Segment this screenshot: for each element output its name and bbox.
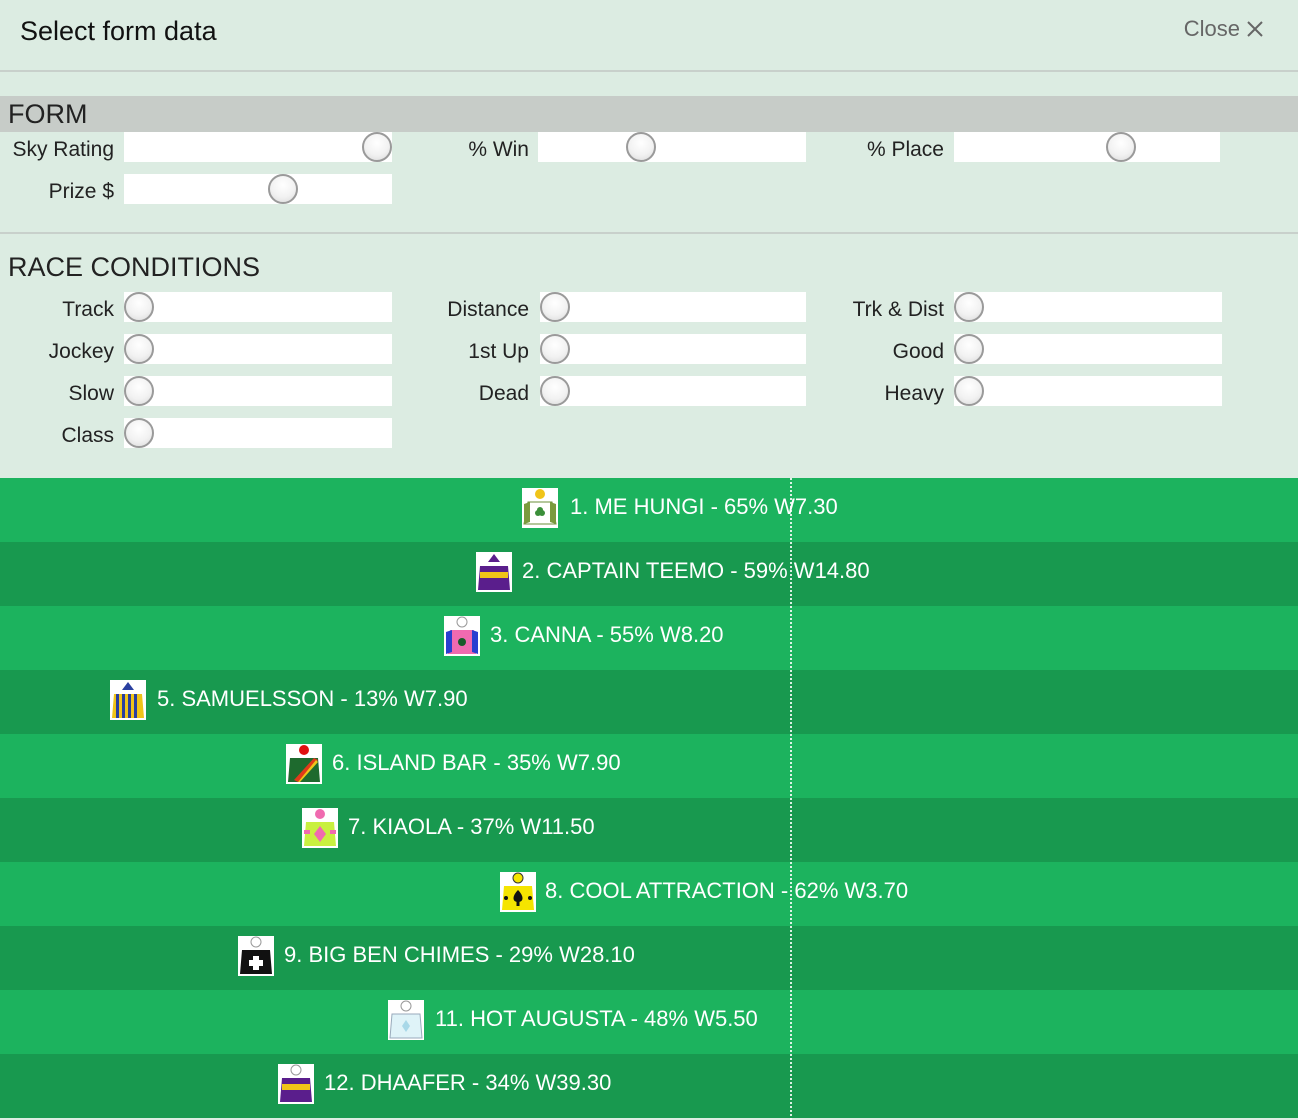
runner-label: 11. HOT AUGUSTA - 48% W5.50	[435, 1006, 758, 1031]
first-up-knob[interactable]	[540, 334, 570, 364]
runner-row[interactable]: 12. DHAAFER - 34% W39.30	[0, 1054, 1298, 1118]
silk-purple-yellow-icon	[476, 552, 512, 592]
win-percent-knob[interactable]	[626, 132, 656, 162]
place-percent-label: % Place	[866, 138, 944, 161]
runner-row[interactable]: 6. ISLAND BAR - 35% W7.90	[0, 734, 1298, 798]
good-knob[interactable]	[954, 334, 984, 364]
good-label: Good	[892, 340, 944, 363]
runner-label: 8. COOL ATTRACTION - 62% W3.70	[545, 878, 909, 903]
win-percent-label: % Win	[468, 138, 529, 161]
heavy-label: Heavy	[884, 382, 944, 405]
runner-row[interactable]: 1. ME HUNGI - 65% W7.30	[0, 478, 1298, 542]
runner-row[interactable]: 5. SAMUELSSON - 13% W7.90	[0, 670, 1298, 734]
dialog-header: Select form data Close	[0, 0, 1298, 72]
runner-row[interactable]: 8. COOL ATTRACTION - 62% W3.70	[0, 862, 1298, 926]
runner-row[interactable]: 3. CANNA - 55% W8.20	[0, 606, 1298, 670]
runner-label: 5. SAMUELSSON - 13% W7.90	[157, 686, 468, 711]
slow-knob[interactable]	[124, 376, 154, 406]
class-slider[interactable]	[124, 418, 392, 448]
place-percent-slider[interactable]	[954, 132, 1220, 162]
track-slider[interactable]	[124, 292, 392, 322]
track-distance-label: Trk & Dist	[852, 298, 944, 321]
class-knob[interactable]	[124, 418, 154, 448]
track-knob[interactable]	[124, 292, 154, 322]
distance-knob[interactable]	[540, 292, 570, 322]
sky-rating-slider[interactable]	[124, 132, 392, 162]
runner-label: 12. DHAAFER - 34% W39.30	[324, 1070, 612, 1095]
prize-knob[interactable]	[268, 174, 298, 204]
heavy-knob[interactable]	[954, 376, 984, 406]
track-distance-knob[interactable]	[954, 292, 984, 322]
place-percent-knob[interactable]	[1106, 132, 1136, 162]
jockey-slider[interactable]	[124, 334, 392, 364]
silk-pink-blue-icon	[444, 616, 480, 656]
jockey-label: Jockey	[48, 340, 114, 363]
reference-line	[790, 478, 792, 1120]
runner-row[interactable]: 7. KIAOLA - 37% W11.50	[0, 798, 1298, 862]
dead-label: Dead	[478, 382, 529, 405]
class-label: Class	[61, 424, 114, 447]
runner-list: 1. ME HUNGI - 65% W7.30 2. CAPTAIN TEEMO…	[0, 478, 1298, 1120]
silk-white-green-clover-icon	[522, 488, 558, 528]
slow-label: Slow	[68, 382, 114, 405]
silk-green-red-sash-icon	[286, 744, 322, 784]
first-up-slider[interactable]	[540, 334, 806, 364]
runner-row[interactable]: 11. HOT AUGUSTA - 48% W5.50	[0, 990, 1298, 1054]
silk-purple-yellow-icon	[278, 1064, 314, 1104]
runner-label: 1. ME HUNGI - 65% W7.30	[570, 494, 838, 519]
silk-yellow-black-spade-icon	[500, 872, 536, 912]
sky-rating-knob[interactable]	[362, 132, 392, 162]
dead-knob[interactable]	[540, 376, 570, 406]
first-up-label: 1st Up	[468, 340, 529, 363]
silk-black-white-cross-icon	[238, 936, 274, 976]
jockey-knob[interactable]	[124, 334, 154, 364]
runner-label: 9. BIG BEN CHIMES - 29% W28.10	[284, 942, 635, 967]
track-label: Track	[62, 298, 114, 321]
form-heading: FORM	[0, 96, 1298, 132]
track-distance-slider[interactable]	[954, 292, 1222, 322]
runner-label: 3. CANNA - 55% W8.20	[490, 622, 724, 647]
silk-pale-blue-icon	[388, 1000, 424, 1040]
distance-label: Distance	[447, 298, 529, 321]
race-conditions-heading: RACE CONDITIONS	[8, 252, 261, 282]
close-button[interactable]: Close	[1184, 16, 1264, 42]
dead-slider[interactable]	[540, 376, 806, 406]
good-slider[interactable]	[954, 334, 1222, 364]
silk-lime-pink-icon	[302, 808, 338, 848]
prize-label: Prize $	[48, 180, 114, 203]
runner-label: 6. ISLAND BAR - 35% W7.90	[332, 750, 621, 775]
dialog-title: Select form data	[20, 16, 217, 46]
runner-label: 7. KIAOLA - 37% W11.50	[348, 814, 595, 839]
win-percent-slider[interactable]	[538, 132, 806, 162]
runner-row[interactable]: 9. BIG BEN CHIMES - 29% W28.10	[0, 926, 1298, 990]
slow-slider[interactable]	[124, 376, 392, 406]
runner-row[interactable]: 2. CAPTAIN TEEMO - 59% W14.80	[0, 542, 1298, 606]
close-label: Close	[1183, 16, 1240, 41]
heavy-slider[interactable]	[954, 376, 1222, 406]
runner-label: 2. CAPTAIN TEEMO - 59% W14.80	[522, 558, 870, 583]
form-section: FORM Sky Rating % Win % Place Prize $	[0, 74, 1298, 234]
silk-blue-yellow-stripes-icon	[110, 680, 146, 720]
race-conditions-section: RACE CONDITIONS Track Distance Trk & Dis…	[0, 236, 1298, 478]
prize-slider[interactable]	[124, 174, 392, 204]
close-icon	[1247, 21, 1263, 37]
sky-rating-label: Sky Rating	[12, 138, 114, 161]
distance-slider[interactable]	[540, 292, 806, 322]
